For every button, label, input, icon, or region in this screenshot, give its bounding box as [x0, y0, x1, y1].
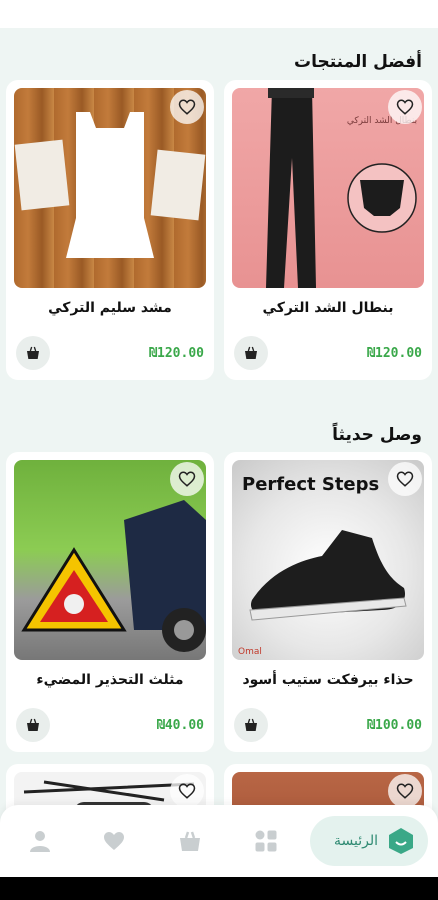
product-price: ₪120.00 — [149, 346, 204, 361]
product-title: مثلث التحذير المضيء — [36, 672, 184, 688]
product-card[interactable]: Perfect Steps Omal حذاء بيرفكت ستيب أسود… — [224, 452, 432, 752]
favorite-button[interactable] — [170, 774, 204, 808]
add-to-cart-button[interactable] — [234, 708, 268, 742]
add-to-cart-button[interactable] — [16, 708, 50, 742]
favorite-button[interactable] — [388, 462, 422, 496]
nav-categories[interactable] — [248, 823, 284, 859]
product-title: بنطال الشد التركي — [262, 300, 394, 316]
home-icon — [389, 828, 413, 854]
heart-icon — [178, 783, 196, 799]
add-to-cart-button[interactable] — [16, 336, 50, 370]
basket-icon — [27, 346, 39, 359]
system-navigation-bar — [0, 877, 438, 900]
product-price: ₪100.00 — [367, 718, 422, 733]
favorite-button[interactable] — [170, 90, 204, 124]
basket-icon — [245, 346, 257, 359]
nav-cart[interactable] — [172, 823, 208, 859]
product-price: ₪120.00 — [367, 346, 422, 361]
nav-home[interactable]: الرئيسة — [310, 816, 428, 866]
product-card[interactable]: مثلث التحذير المضيء ₪40.00 — [6, 452, 214, 752]
heart-icon — [178, 471, 196, 487]
nav-home-label: الرئيسة — [334, 833, 378, 849]
nav-favorites[interactable] — [96, 823, 132, 859]
product-card[interactable]: بنطال الشد التركي بنطال الشد التركي ₪120… — [224, 80, 432, 380]
heart-icon — [396, 471, 414, 487]
grid-icon — [255, 830, 277, 852]
product-price: ₪40.00 — [157, 718, 204, 733]
add-to-cart-button[interactable] — [234, 336, 268, 370]
basket-icon — [180, 831, 200, 851]
favorite-button[interactable] — [388, 90, 422, 124]
basket-icon — [27, 718, 39, 731]
product-title: مشد سليم التركي — [48, 300, 172, 316]
heart-icon — [178, 99, 196, 115]
section-title-new-arrivals: وصل حديثاً — [332, 425, 422, 445]
top-strip — [0, 0, 438, 28]
bottom-navigation: الرئيسة — [0, 805, 438, 877]
product-title: حذاء بيرفكت ستيب أسود — [242, 672, 414, 688]
favorite-button[interactable] — [170, 462, 204, 496]
product-image-text: Perfect Steps — [242, 474, 379, 495]
heart-icon — [104, 832, 124, 850]
brand-mark: Omal — [238, 647, 262, 657]
user-icon — [30, 831, 50, 852]
basket-icon — [245, 718, 257, 731]
heart-icon — [396, 783, 414, 799]
favorite-button[interactable] — [388, 774, 422, 808]
section-title-best-products: أفضل المنتجات — [293, 52, 422, 72]
product-card[interactable]: مشد سليم التركي ₪120.00 — [6, 80, 214, 380]
heart-icon — [396, 99, 414, 115]
nav-profile[interactable] — [22, 823, 58, 859]
